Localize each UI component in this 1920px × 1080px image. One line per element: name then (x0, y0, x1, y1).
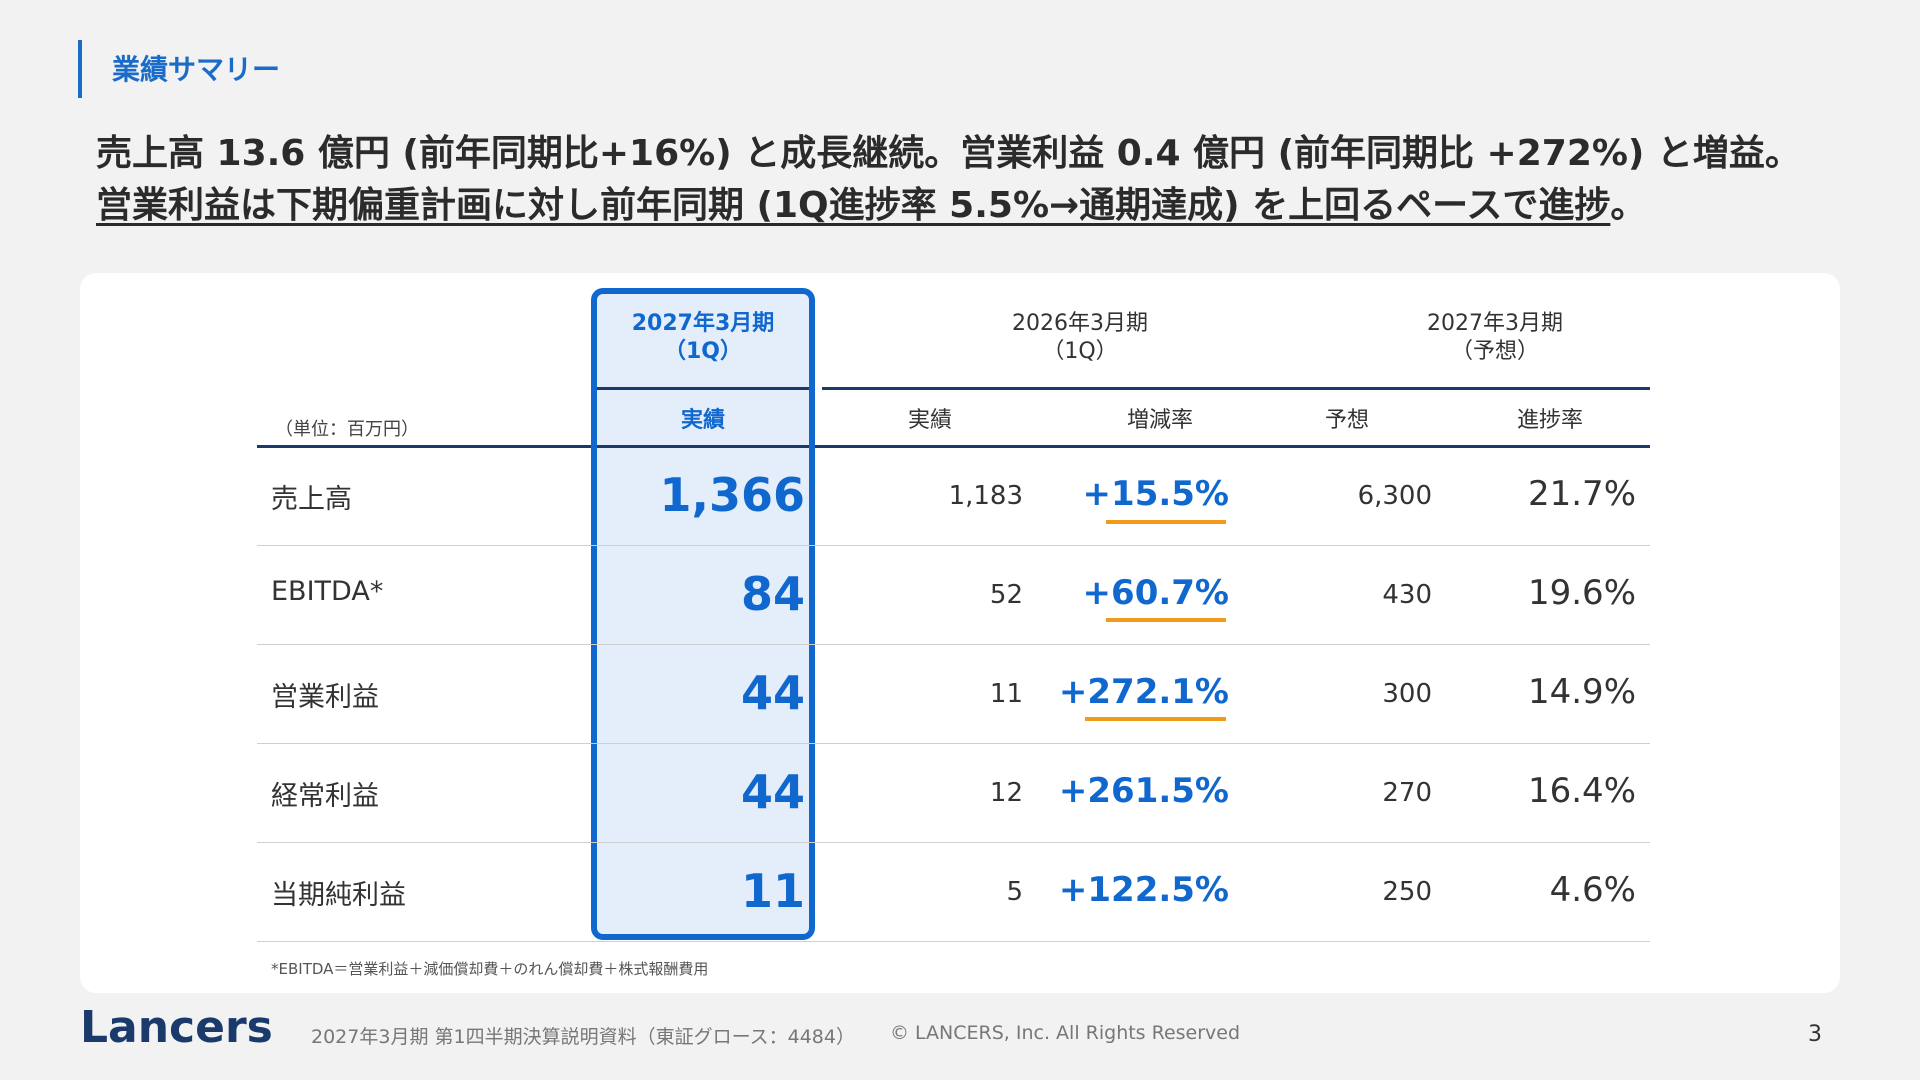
row-prev-ordinary-profit: 12 (989, 778, 1023, 808)
row-current-ebitda: 84 (740, 567, 805, 621)
row-change-sales: +15.5% (1082, 474, 1229, 514)
row-divider (257, 545, 1650, 546)
row-forecast-ebitda: 430 (1382, 580, 1432, 610)
row-label-operating-profit: 営業利益 (271, 682, 379, 713)
row-change-operating-profit: +272.1% (1058, 672, 1229, 712)
col-prev-line1: 2026年3月期 (1012, 311, 1148, 336)
row-current-ordinary-profit: 44 (740, 765, 805, 819)
row-divider (257, 842, 1650, 843)
row-prev-operating-profit: 11 (989, 679, 1023, 709)
footer-copyright: © LANCERS, Inc. All Rights Reserved (890, 1022, 1241, 1044)
headline-line-2: 営業利益は下期偏重計画に対し前年同期 (1Q進捗率 5.5%→通期達成) を上回… (96, 180, 1896, 232)
col-forecast-line1: 2027年3月期 (1427, 311, 1563, 336)
change-underline (1106, 618, 1226, 622)
row-change-ebitda: +60.7% (1082, 573, 1229, 613)
row-progress-net-income: 4.6% (1549, 870, 1636, 910)
row-label-ebitda: EBITDA* (271, 576, 384, 607)
col-forecast-line2: （予想） (1450, 339, 1539, 364)
row-label-ordinary-profit: 経常利益 (271, 781, 379, 812)
row-forecast-net-income: 250 (1382, 877, 1432, 907)
subheader-prev-actual: 実績 (907, 408, 952, 433)
change-underline (1085, 717, 1226, 721)
headline-line-2-underlined: 営業利益は下期偏重計画に対し前年同期 (1Q進捗率 5.5%→通期達成) を上回… (96, 185, 1611, 227)
change-underline (1106, 520, 1226, 524)
subheader-current-actual: 実績 (680, 408, 725, 433)
row-progress-ordinary-profit: 16.4% (1527, 771, 1636, 811)
header-divider-top (822, 387, 1650, 390)
footer-doc-title: 2027年3月期 第1四半期決算説明資料（東証グロース：4484） (311, 1026, 855, 1048)
section-accent-bar (78, 40, 82, 98)
row-forecast-sales: 6,300 (1357, 481, 1432, 511)
col-prev-line2: （1Q） (1042, 339, 1118, 364)
table-header-bottom-current (597, 445, 809, 448)
col-prev-header: 2026年3月期 （1Q） (930, 310, 1230, 366)
row-progress-operating-profit: 14.9% (1527, 672, 1636, 712)
subheader-change-rate: 増減率 (1126, 408, 1193, 433)
row-divider (257, 743, 1650, 744)
row-progress-sales: 21.7% (1527, 474, 1636, 514)
row-change-net-income: +122.5% (1058, 870, 1229, 910)
row-current-operating-profit: 44 (740, 666, 805, 720)
headline-line-2-end: 。 (1610, 185, 1647, 227)
row-label-net-income: 当期純利益 (271, 880, 406, 911)
header-divider-current (597, 387, 809, 390)
subheader-progress: 進捗率 (1516, 408, 1583, 433)
row-forecast-ordinary-profit: 270 (1382, 778, 1432, 808)
col-current-line2: （1Q） (663, 339, 742, 364)
row-divider (257, 941, 1650, 942)
row-label-sales: 売上高 (271, 484, 352, 515)
col-current-header: 2027年3月期 （1Q） (597, 310, 809, 366)
row-current-sales: 1,366 (659, 468, 805, 522)
table-header-bottom-left (257, 445, 591, 448)
headline: 売上高 13.6 億円 (前年同期比+16%) と成長継続。営業利益 0.4 億… (96, 128, 1896, 232)
row-prev-net-income: 5 (1006, 877, 1023, 907)
row-forecast-operating-profit: 300 (1382, 679, 1432, 709)
row-divider (257, 644, 1650, 645)
col-forecast-header: 2027年3月期 （予想） (1345, 310, 1645, 366)
row-progress-ebitda: 19.6% (1527, 573, 1636, 613)
row-prev-ebitda: 52 (989, 580, 1023, 610)
row-current-net-income: 11 (740, 864, 805, 918)
headline-line-1: 売上高 13.6 億円 (前年同期比+16%) と成長継続。営業利益 0.4 億… (96, 133, 1801, 174)
row-prev-sales: 1,183 (948, 481, 1023, 511)
footnote: *EBITDA＝営業利益＋減価償却費＋のれん償却費＋株式報酬費用 (271, 960, 709, 978)
page-number: 3 (1808, 1022, 1822, 1047)
subheader-forecast: 予想 (1324, 408, 1369, 433)
table-header-bottom-right (815, 445, 1650, 448)
company-logo: Lancers (80, 1002, 273, 1053)
row-change-ordinary-profit: +261.5% (1058, 771, 1229, 811)
col-current-line1: 2027年3月期 (631, 311, 775, 336)
section-title: 業績サマリー (112, 53, 281, 86)
unit-label: （単位：百万円） (275, 419, 419, 440)
